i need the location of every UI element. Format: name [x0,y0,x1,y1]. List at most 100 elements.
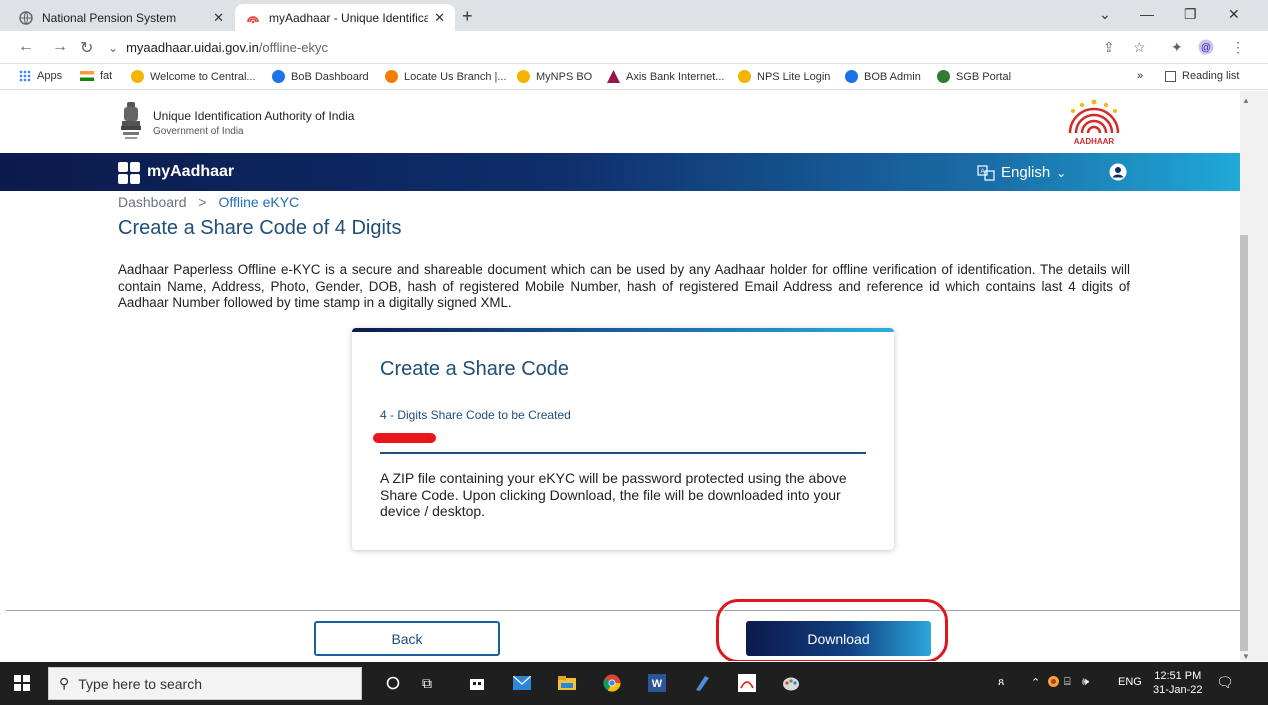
clock[interactable]: 12:51 PM 31-Jan-22 [1153,669,1203,697]
cortana-icon[interactable] [382,672,404,694]
url-path: /offline-ekyc [258,40,328,55]
tab-national-pension-system[interactable]: National Pension System ✕ [8,4,234,31]
bookmark-sgb-portal[interactable]: SGB Portal [937,70,1011,83]
reading-list-icon [1165,70,1176,82]
bookmark-favicon-icon [607,70,620,83]
bookmark-label: SGB Portal [956,70,1012,83]
minimize-icon[interactable]: — [1140,6,1154,22]
windows-start-icon[interactable] [14,675,30,691]
page-title: Create a Share Code of 4 Digits [118,217,402,239]
new-tab-icon[interactable]: + [462,6,473,27]
paint-icon[interactable] [780,672,802,694]
myaadhaar-logo-icon[interactable] [118,162,140,184]
tab-title: myAadhaar - Unique Identificatio [269,10,429,25]
bookmark-axis-bank[interactable]: Axis Bank Internet... [607,70,724,83]
translate-icon: A [977,164,995,181]
tab-title: National Pension System [42,10,177,25]
scrollbar-thumb[interactable] [1240,235,1248,651]
window-close-icon[interactable]: ✕ [1228,6,1240,23]
bookmark-favicon-icon [937,70,950,83]
bookmark-bob-dashboard[interactable]: BoB Dashboard [272,70,369,83]
close-icon[interactable]: ✕ [434,10,445,26]
bookmark-favicon-icon [738,70,751,83]
bookmark-mynps-bo[interactable]: MyNPS BO [517,70,592,83]
flag-icon [80,71,94,81]
file-explorer-icon[interactable] [556,672,578,694]
network-icon[interactable]: ⌸ [1064,676,1071,689]
language-label: English [1001,164,1051,181]
breadcrumb-dashboard[interactable]: Dashboard [118,194,187,210]
chrome-icon[interactable] [601,672,623,694]
mail-icon[interactable] [511,672,533,694]
clock-date: 31-Jan-22 [1153,684,1203,696]
bookmarks-bar: Apps fat Welcome to Central... BoB Dashb… [0,64,1268,90]
reload-icon[interactable]: ↻ [80,38,93,58]
people-icon[interactable]: ጸ [998,676,1004,689]
brand-name[interactable]: myAadhaar [147,163,234,181]
svg-text:W: W [652,678,663,690]
aadhaar-logo: AADHAAR [1068,99,1120,146]
back-button[interactable]: Back [314,621,500,656]
bookmark-fat[interactable]: fat [80,70,112,82]
taskbar-search[interactable]: ⚲ Type here to search [48,667,362,700]
share-icon[interactable]: ⇪ [1103,39,1115,56]
tab-search-icon[interactable]: ⌄ [1099,6,1111,23]
bookmark-favicon-icon [517,70,530,83]
clock-time: 12:51 PM [1154,670,1202,682]
bookmark-label: MyNPS BO [536,70,593,83]
share-code-label: 4 - Digits Share Code to be Created [380,408,571,422]
annotation-highlight [716,599,948,661]
aadhaar-favicon-icon [245,10,261,26]
bookmark-locate-us[interactable]: Locate Us Branch |... [385,70,507,83]
bookmark-favicon-icon [385,70,398,83]
language-selector[interactable]: A English ⌄ [977,164,1066,181]
bookmark-label: NPS Lite Login [757,70,831,83]
bookmark-apps[interactable]: Apps [19,70,62,82]
app-tray-icon[interactable] [1048,676,1059,690]
scroll-down-icon[interactable]: ▼ [1242,652,1250,661]
chevron-up-icon[interactable]: ⌃ [1031,676,1040,689]
menu-icon[interactable]: ⋮ [1231,39,1245,56]
bookmark-welcome-central[interactable]: Welcome to Central... [131,70,256,83]
share-code-card: Create a Share Code 4 - Digits Share Cod… [352,328,894,550]
tab-myaadhaar[interactable]: myAadhaar - Unique Identificatio ✕ [235,4,455,31]
notifications-icon[interactable]: 🗨 [1216,674,1234,691]
breadcrumb-current: Offline eKYC [218,194,300,210]
more-bookmarks-button[interactable]: » [1137,70,1143,82]
task-view-icon[interactable]: ⧉ [416,672,438,694]
store-icon[interactable] [466,672,488,694]
redaction-mark [373,433,436,443]
star-icon[interactable]: ☆ [1133,39,1146,56]
gov-subtitle: Government of India [153,126,244,137]
volume-icon[interactable]: 🕪 [1082,676,1089,689]
card-accent-bar [352,328,894,332]
profile-icon[interactable]: @ [1198,39,1214,58]
restore-icon[interactable]: ❐ [1184,6,1197,23]
word-icon[interactable]: W [646,672,668,694]
address-bar[interactable]: ⌄ myaadhaar.uidai.gov.in/offline-ekyc [108,35,1088,60]
bookmark-bob-admin[interactable]: BOB Admin [845,70,921,83]
acrobat-icon[interactable] [736,672,758,694]
svg-text:A: A [980,169,984,175]
apps-grid-icon [19,70,31,82]
notepad-icon[interactable] [691,672,713,694]
bookmark-nps-lite[interactable]: NPS Lite Login [738,70,830,83]
share-code-input[interactable] [380,452,866,454]
bookmark-label: BOB Admin [864,70,921,83]
bookmark-label: Axis Bank Internet... [626,70,725,83]
browser-toolbar: ← → ↻ ⌄ myaadhaar.uidai.gov.in/offline-e… [0,31,1268,64]
reading-list-button[interactable]: Reading list [1165,70,1239,82]
breadcrumb: Dashboard > Offline eKYC [118,194,299,210]
bookmark-label: fat [100,70,113,82]
user-account-icon[interactable] [1109,163,1127,181]
extensions-icon[interactable]: ✦ [1171,39,1183,56]
forward-arrow-icon[interactable]: → [52,38,68,56]
input-language[interactable]: ENG [1118,676,1142,688]
aadhaar-logo-text: AADHAAR [1074,137,1115,146]
back-arrow-icon[interactable]: ← [18,38,34,56]
site-info-icon[interactable]: ⌄ [108,41,118,55]
scroll-up-icon[interactable]: ▲ [1242,96,1250,105]
card-title: Create a Share Code [380,358,570,380]
close-icon[interactable]: ✕ [213,10,224,26]
brand-bar: myAadhaar A English ⌄ [0,153,1240,191]
